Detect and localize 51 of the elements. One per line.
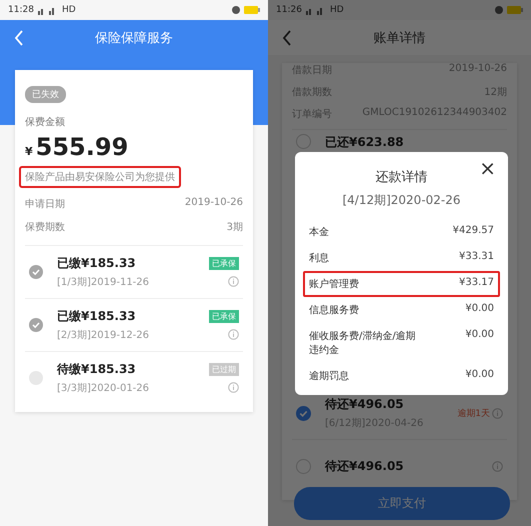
premium-label: 保费金额 [25,116,66,129]
status-badge: 已失效 [25,86,66,103]
fee-value: ¥0.00 [465,329,494,340]
fee-value: ¥0.00 [465,369,494,380]
status-tag: 已承保 [209,257,239,270]
network-label: HD [330,5,344,15]
fee-value: ¥429.57 [452,225,494,236]
fee-label: 账户管理费 [309,278,359,291]
installment-period: [1/3期]2019-11-26 [57,276,150,289]
installment-title: 待还¥496.05 [325,396,405,413]
installment-title: 已缴¥185.33 [57,308,137,325]
network-label: HD [62,5,76,15]
battery-icon [507,6,523,14]
installment-period: [3/3期]2020-01-26 [57,382,150,395]
installment-title: 待还¥496.05 [325,458,405,474]
status-tag: 已承保 [209,310,239,323]
installment-title: 已还¥623.88 [325,134,405,151]
fee-label: 逾期罚息 [309,370,349,383]
provider-note: 保险产品由易安保险公司为您提供 [19,166,181,188]
dialog-subtitle: [4/12期]2020-02-26 [341,192,462,209]
fee-label: 信息服务费 [309,304,359,317]
back-icon[interactable] [282,30,292,46]
detail-label: 保费期数 [25,220,65,234]
fee-label: 利息 [309,252,329,265]
dialog-title: 还款详情 [376,169,428,186]
installment-title: 待缴¥185.33 [57,361,137,378]
page-title: 保险保障服务 [95,30,173,46]
premium-amount: 555.99 [36,133,128,161]
status-time: 11:28 [8,5,34,15]
close-button[interactable]: × [475,156,500,180]
info-icon[interactable] [228,329,239,340]
installment-title: 已缴¥185.33 [57,255,137,272]
page-title: 账单详情 [374,30,426,46]
check-icon[interactable] [296,406,311,420]
status-time: 11:26 [276,5,302,15]
fee-label: 本金 [309,226,329,239]
fee-value: ¥0.00 [465,303,494,314]
battery-icon [244,6,260,14]
overdue-label: 逾期1天 [457,408,490,420]
info-icon[interactable] [492,408,503,418]
detail-value: 2019-10-26 [184,197,243,210]
info-icon[interactable] [228,382,239,393]
currency-sign: ¥ [25,145,33,158]
detail-label: 申请日期 [25,198,65,211]
detail-value: 3期 [226,220,243,234]
info-icon[interactable] [228,276,239,287]
installment-period: [2/3期]2019-12-26 [57,328,150,342]
info-icon[interactable] [492,460,503,472]
fee-value: ¥33.17 [459,277,494,288]
fee-label: 催收服务费/滞纳金/逾期违约金 [309,330,417,357]
fee-value: ¥33.31 [459,251,494,262]
